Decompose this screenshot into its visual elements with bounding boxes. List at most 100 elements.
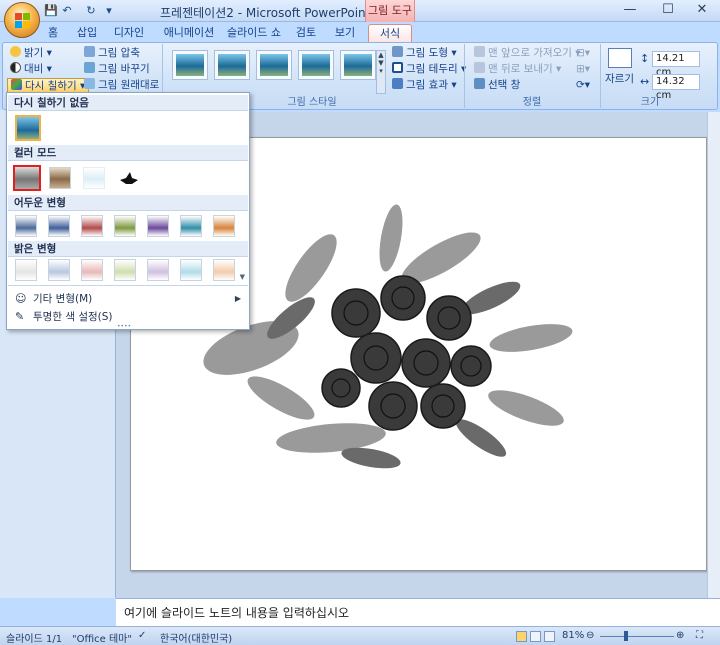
crop-button[interactable]: 자르기 [605, 72, 634, 87]
qat-customize-icon[interactable]: ▾ [102, 4, 116, 18]
light-variation-swatch-2[interactable] [48, 259, 70, 281]
washout-swatch[interactable] [83, 167, 105, 189]
close-button[interactable]: ✕ [684, 0, 720, 20]
zoom-out-icon[interactable]: ⊖ [586, 630, 594, 641]
zoom-slider-track[interactable] [600, 636, 674, 637]
selection-pane-button[interactable]: 선택 창 [474, 78, 520, 93]
spell-check-icon[interactable]: ✓ [138, 630, 146, 641]
language-indicator[interactable]: 한국어(대한민국) [160, 630, 232, 645]
picture-border-button[interactable]: 그림 테두리 ▾ [392, 62, 466, 77]
tab-insert[interactable]: 삽입 [74, 24, 100, 42]
recolor-button[interactable]: 다시 칠하기 ▾ [7, 78, 90, 93]
slide-sorter-icon[interactable] [530, 631, 541, 642]
tab-view[interactable]: 보기 [332, 24, 358, 42]
recolor-dropdown: ▲ ▼ 다시 칠하기 없음 컬러 모드 어두운 변형 밝은 변형 ☺ 기타 변형… [6, 92, 250, 330]
light-variation-swatch-6[interactable] [180, 259, 202, 281]
reset-picture-button[interactable]: 그림 원래대로 [84, 78, 159, 93]
dark-variation-swatch-6[interactable] [180, 215, 202, 237]
picture-effects-icon [392, 78, 403, 89]
align-button[interactable]: ⊟▾ [576, 46, 590, 61]
pen-icon: ✎ [15, 310, 25, 323]
selection-pane-label: 선택 창 [488, 79, 521, 91]
zoom-in-icon[interactable]: ⊕ [676, 630, 684, 641]
tab-review[interactable]: 검토 [292, 24, 320, 42]
tab-design[interactable]: 디자인 [110, 24, 148, 42]
set-transparent-color-label: 투명한 색 설정(S) [33, 311, 113, 323]
picture-style-4[interactable] [298, 50, 334, 80]
zoom-slider-thumb[interactable] [624, 631, 628, 641]
more-variations-item[interactable]: ☺ 기타 변형(M) ▶ [9, 291, 247, 307]
notes-pane[interactable]: 여기에 슬라이드 노트의 내용을 입력하십시오 [116, 598, 720, 626]
resize-grip-icon[interactable]: •••• [117, 324, 141, 330]
tab-row [0, 22, 720, 42]
contrast-button[interactable]: 대비 ▾ [10, 62, 52, 77]
light-variation-swatch-1[interactable] [15, 259, 37, 281]
slideshow-view-icon[interactable] [544, 631, 555, 642]
picture-shape-button[interactable]: 그림 도형 ▾ [392, 46, 457, 61]
minimize-button[interactable]: — [612, 0, 648, 20]
picture-style-1[interactable] [172, 50, 208, 80]
light-variations-header: 밝은 변형 [8, 241, 248, 257]
dark-variation-swatch-5[interactable] [147, 215, 169, 237]
office-logo-icon [15, 13, 30, 28]
picture-style-2[interactable] [214, 50, 250, 80]
slide-indicator: 슬라이드 1/1 [6, 634, 63, 645]
black-white-swatch[interactable] [117, 167, 139, 189]
redo-icon[interactable]: ↻ [84, 4, 98, 18]
more-variations-label: 기타 변형(M) [33, 293, 93, 305]
status-bar: 슬라이드 1/1 "Office 테마" ✓ 한국어(대한민국) 81% ⊖ ⊕… [0, 626, 720, 645]
picture-style-3[interactable] [256, 50, 292, 80]
send-to-back-icon [474, 62, 485, 73]
maximize-button[interactable]: ☐ [650, 0, 686, 20]
send-to-back-label: 맨 뒤로 보내기 ▾ [488, 63, 562, 75]
normal-view-icon[interactable] [516, 631, 527, 642]
rotate-button[interactable]: ⟳▾ [576, 78, 590, 93]
width-field[interactable]: 14.32 cm [652, 74, 700, 101]
bring-to-front-button[interactable]: 맨 앞으로 가져오기 ▾ [474, 46, 581, 61]
dark-variation-swatch-7[interactable] [213, 215, 235, 237]
panel-scroll-down-icon[interactable]: ▼ [240, 273, 245, 281]
light-variation-swatch-4[interactable] [114, 259, 136, 281]
undo-icon[interactable]: ↶ [60, 4, 74, 18]
light-variation-swatch-5[interactable] [147, 259, 169, 281]
dark-variation-swatch-3[interactable] [81, 215, 103, 237]
no-recolor-swatch[interactable] [15, 115, 41, 141]
save-icon[interactable]: 💾 [44, 4, 58, 18]
tab-animations[interactable]: 애니메이션 [160, 24, 218, 42]
zoom-level[interactable]: 81% [562, 630, 584, 641]
brightness-label: 밝기 ▾ [24, 47, 52, 59]
change-picture-button[interactable]: 그림 바꾸기 [84, 62, 150, 77]
dark-variation-swatch-2[interactable] [48, 215, 70, 237]
dark-variation-swatch-1[interactable] [15, 215, 37, 237]
brightness-button[interactable]: 밝기 ▾ [10, 46, 52, 61]
light-variation-swatch-3[interactable] [81, 259, 103, 281]
send-to-back-button[interactable]: 맨 뒤로 보내기 ▾ [474, 62, 561, 77]
contrast-icon [10, 62, 21, 73]
sepia-swatch[interactable] [49, 167, 71, 189]
office-button[interactable] [4, 2, 40, 38]
picture-border-icon [392, 62, 403, 73]
fit-window-icon[interactable]: ⛶ [696, 630, 703, 641]
tab-slideshow[interactable]: 슬라이드 쇼 [226, 24, 282, 42]
reset-picture-label: 그림 원래대로 [98, 79, 160, 91]
picture-style-5[interactable] [340, 50, 376, 80]
contrast-label: 대비 ▾ [24, 63, 52, 75]
compress-label: 그림 압축 [98, 47, 140, 59]
tab-home[interactable]: 홈 [42, 24, 64, 42]
compress-pictures-button[interactable]: 그림 압축 [84, 46, 140, 61]
submenu-arrow-icon: ▶ [234, 294, 241, 303]
vertical-scrollbar[interactable] [707, 112, 720, 598]
group-button[interactable]: ⊞▾ [576, 62, 590, 77]
picture-effects-button[interactable]: 그림 효과 ▾ [392, 78, 457, 93]
color-modes-header: 컬러 모드 [8, 145, 248, 161]
no-recolor-header: 다시 칠하기 없음 [8, 95, 248, 111]
tab-format[interactable]: 서식 [368, 24, 412, 42]
dark-variation-swatch-4[interactable] [114, 215, 136, 237]
grayscale-swatch[interactable] [13, 165, 41, 191]
gallery-scroll[interactable]: ▲ ▼ ▾ [376, 50, 386, 94]
theme-name: "Office 테마" [72, 634, 132, 645]
bring-to-front-icon [474, 46, 485, 57]
light-variation-swatch-7[interactable] [213, 259, 235, 281]
brightness-icon [10, 46, 21, 57]
height-field[interactable]: 14.21 cm [652, 51, 700, 78]
